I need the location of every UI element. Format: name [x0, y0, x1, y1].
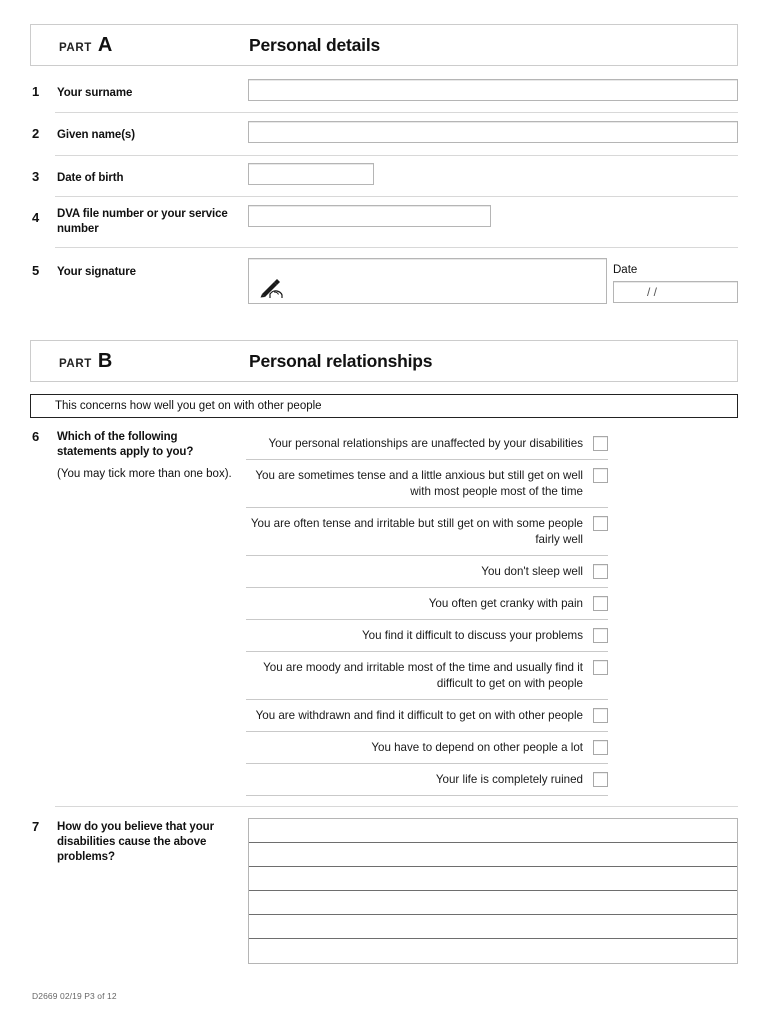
form-page: PART A Personal details 1 Your surname 2…	[0, 0, 770, 1024]
separator	[55, 806, 738, 807]
statement-label: You are withdrawn and find it difficult …	[255, 708, 583, 722]
statement-label: You find it difficult to discuss your pr…	[361, 628, 583, 642]
concerns-text: This concerns how well you get on with o…	[55, 400, 322, 412]
page-footer: D2669 02/19 P3 of 12	[32, 991, 117, 1001]
answer-line[interactable]	[249, 867, 737, 891]
question-3-label: Date of birth	[57, 172, 124, 184]
statement-checkbox[interactable]	[593, 707, 608, 723]
date-of-birth-input[interactable]	[248, 163, 374, 185]
signature-date-input[interactable]: / /	[613, 281, 738, 303]
question-1-label: Your surname	[57, 87, 133, 99]
signature-date-label: Date	[613, 264, 638, 276]
statement-checkbox[interactable]	[593, 467, 608, 483]
question-7-label: How do you believe that your disabilitie…	[57, 821, 214, 864]
signature-input[interactable]	[248, 258, 607, 304]
answer-line[interactable]	[249, 939, 737, 963]
question-6-label: Which of the following statements apply …	[57, 430, 237, 483]
separator	[55, 155, 738, 156]
question-4-label: DVA file number or your service number	[57, 208, 228, 236]
part-b-word: PART	[59, 358, 92, 370]
statement-row[interactable]: Your personal relationships are unaffect…	[246, 428, 608, 460]
signature-date-value: / /	[647, 285, 658, 299]
question-6-number: 6	[32, 429, 40, 444]
part-a-letter: A	[97, 34, 113, 56]
statement-label: Your personal relationships are unaffect…	[268, 437, 583, 450]
answer-line[interactable]	[249, 891, 737, 915]
statement-row[interactable]: You are withdrawn and find it difficult …	[246, 700, 608, 732]
statement-checkbox[interactable]	[593, 595, 608, 611]
part-a-word: PART	[59, 42, 92, 54]
statement-checkbox[interactable]	[593, 515, 608, 531]
part-a-header: PART A Personal details	[30, 24, 738, 66]
answer-line[interactable]	[249, 843, 737, 867]
statements-list: Your personal relationships are unaffect…	[246, 428, 608, 796]
statement-label: You are moody and irritable most of the …	[263, 660, 583, 690]
statement-row[interactable]: You are often tense and irritable but st…	[246, 508, 608, 556]
concerns-banner: This concerns how well you get on with o…	[30, 394, 738, 418]
given-names-input[interactable]	[248, 121, 738, 143]
statement-row[interactable]: You often get cranky with pain	[246, 588, 608, 620]
statement-label: You are sometimes tense and a little anx…	[255, 468, 583, 498]
question-5-number: 5	[32, 263, 40, 278]
question-4-number: 4	[32, 210, 40, 225]
surname-input[interactable]	[248, 79, 738, 101]
question-6-main-label: Which of the following statements apply …	[57, 431, 194, 459]
question-3-number: 3	[32, 169, 40, 184]
part-b-title: Personal relationships	[249, 350, 433, 371]
statement-row[interactable]: You are moody and irritable most of the …	[246, 652, 608, 700]
part-b-header: PART B Personal relationships	[30, 340, 738, 382]
question-1-number: 1	[32, 84, 40, 99]
separator	[55, 196, 738, 197]
statement-row[interactable]: You find it difficult to discuss your pr…	[246, 620, 608, 652]
statement-checkbox[interactable]	[593, 739, 608, 755]
part-b-label: PART B	[59, 351, 249, 371]
question-7-answer-area[interactable]	[248, 818, 738, 964]
part-a-title: Personal details	[249, 34, 381, 55]
statement-label: Your life is completely ruined	[435, 772, 583, 786]
question-6-sub-label: (You may tick more than one box).	[57, 468, 232, 481]
statement-label: You are often tense and irritable but st…	[250, 516, 583, 546]
statement-checkbox[interactable]	[593, 563, 608, 579]
part-b-letter: B	[97, 350, 113, 372]
statement-checkbox[interactable]	[593, 627, 608, 643]
part-a-label: PART A	[59, 35, 249, 55]
answer-line[interactable]	[249, 819, 737, 843]
hand-writing-pen-icon	[260, 279, 283, 298]
separator	[55, 247, 738, 248]
statement-label: You often get cranky with pain	[428, 596, 583, 610]
question-2-label: Given name(s)	[57, 129, 135, 141]
dva-file-number-input[interactable]	[248, 205, 491, 227]
statement-row[interactable]: Your life is completely ruined	[246, 764, 608, 796]
statement-row[interactable]: You don't sleep well	[246, 556, 608, 588]
statement-label: You have to depend on other people a lot	[371, 740, 583, 754]
question-2-number: 2	[32, 126, 40, 141]
question-5-label: Your signature	[57, 266, 136, 278]
statement-label: You don't sleep well	[481, 564, 583, 578]
statement-checkbox[interactable]	[593, 771, 608, 787]
statement-row[interactable]: You have to depend on other people a lot	[246, 732, 608, 764]
statement-checkbox[interactable]	[593, 436, 608, 451]
statement-checkbox[interactable]	[593, 659, 608, 675]
answer-line[interactable]	[249, 915, 737, 939]
separator	[55, 112, 738, 113]
statement-row[interactable]: You are sometimes tense and a little anx…	[246, 460, 608, 508]
question-7-number: 7	[32, 819, 40, 834]
